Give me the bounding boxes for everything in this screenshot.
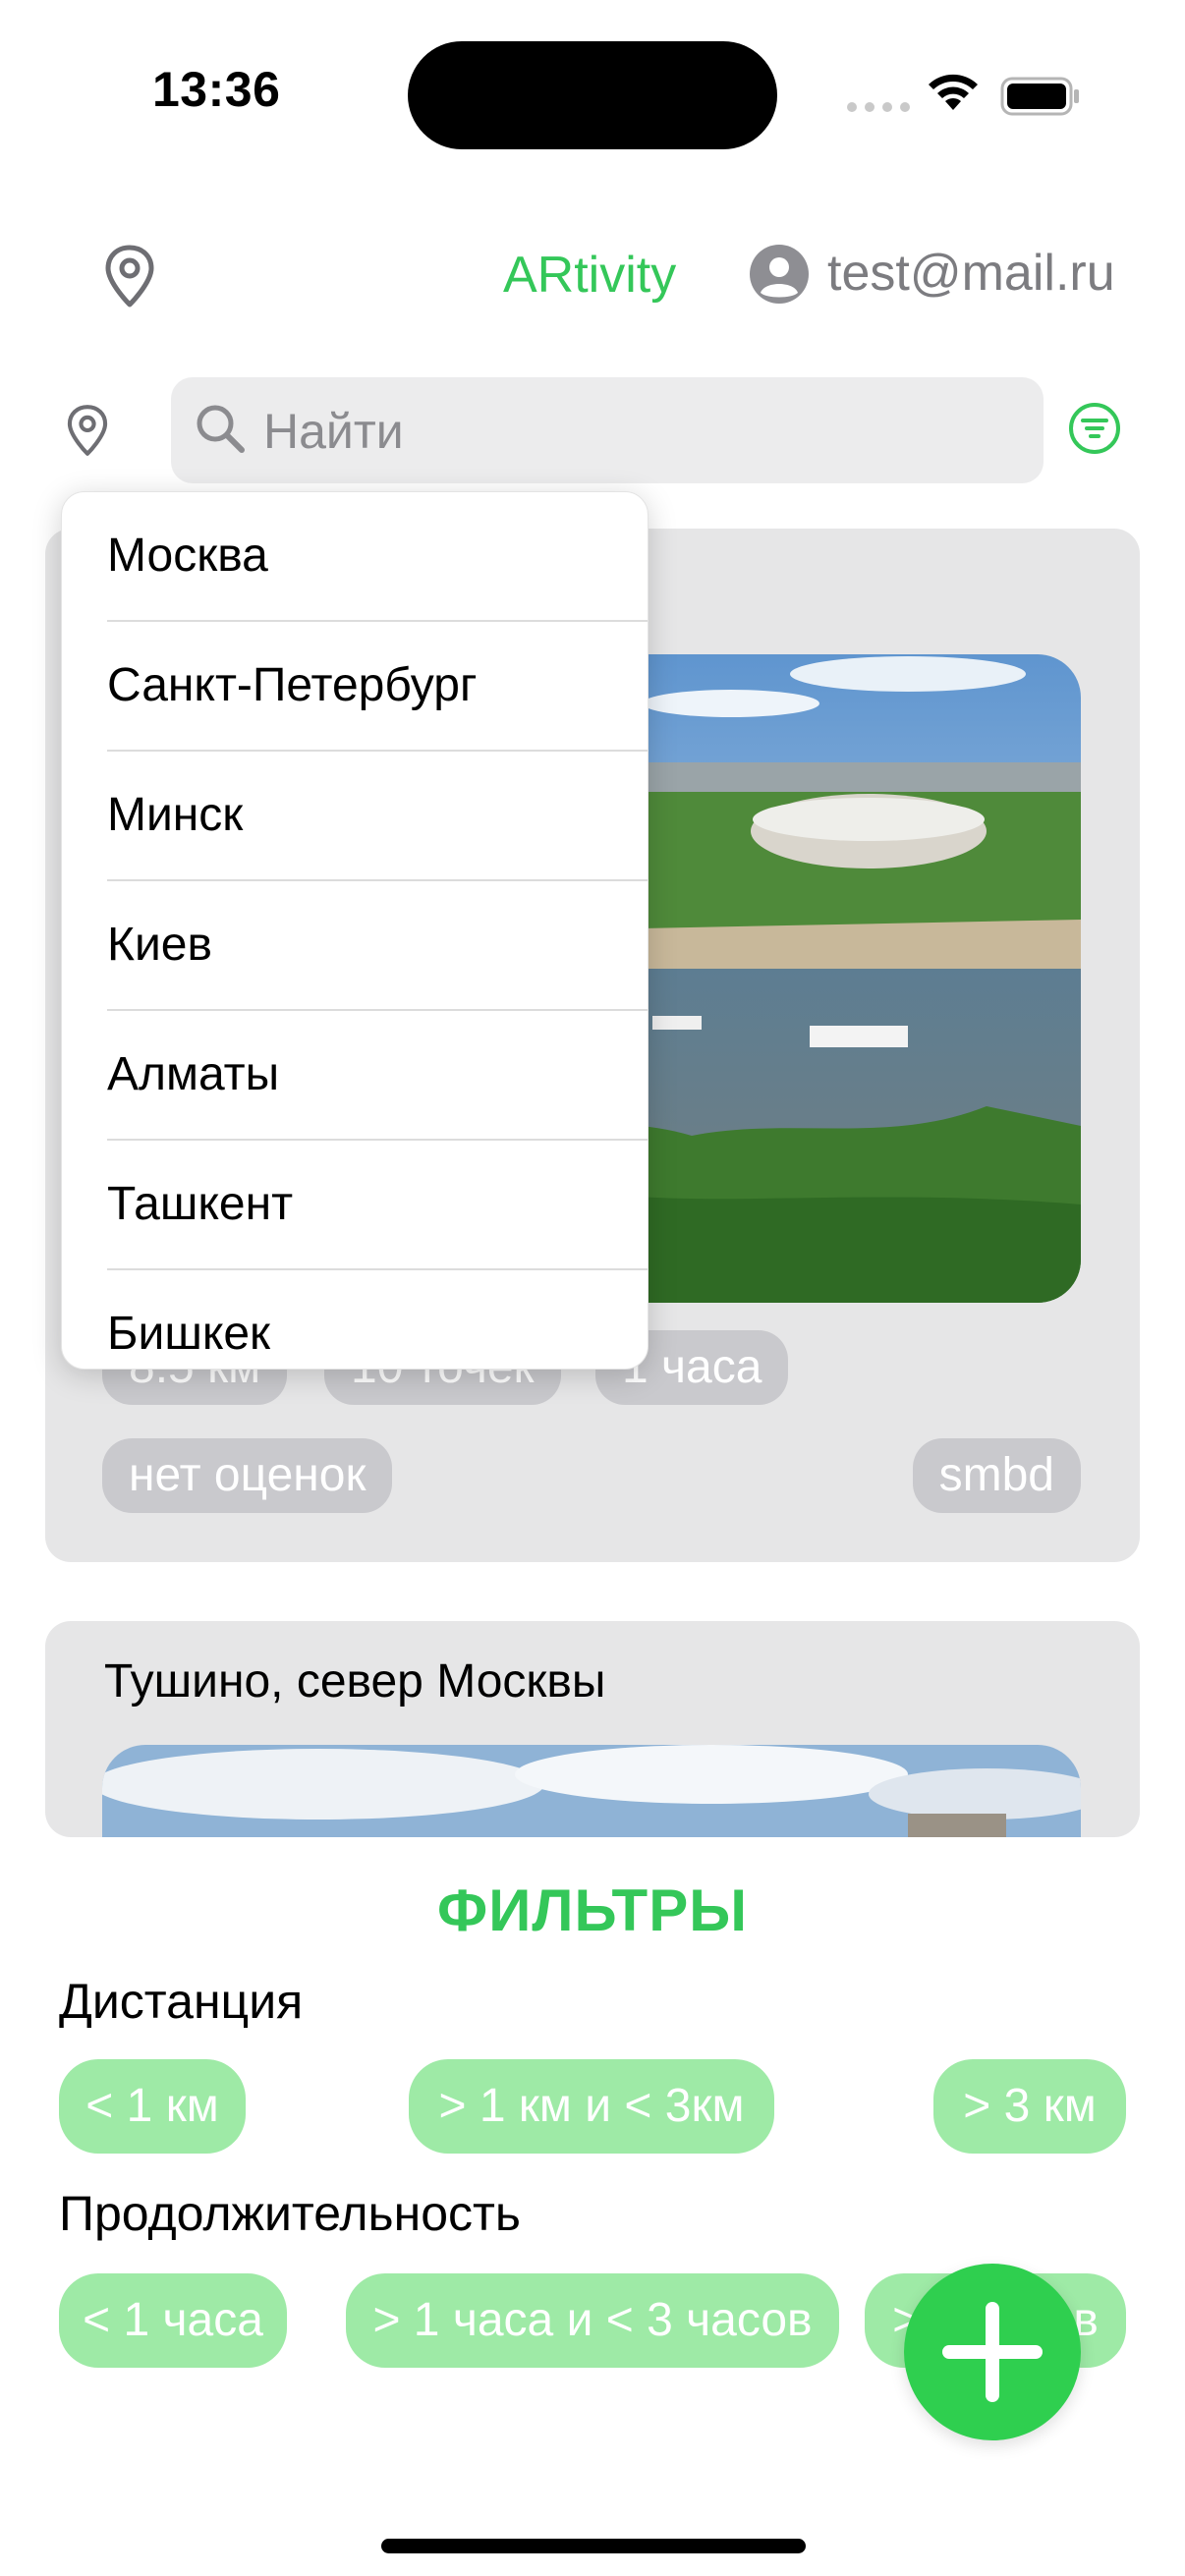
add-route-button[interactable] xyxy=(904,2264,1081,2440)
duration-option[interactable]: > 1 часа и < 3 часов xyxy=(346,2273,839,2368)
filters-sheet: ФИЛЬТРЫ Дистанция < 1 км > 1 км и < 3км … xyxy=(0,1839,1185,2576)
user-email[interactable]: test@mail.ru xyxy=(827,244,1115,303)
filters-title: ФИЛЬТРЫ xyxy=(437,1877,748,1943)
city-option[interactable]: Бишкек xyxy=(107,1270,648,1369)
route-title: Тушино, север Москвы xyxy=(104,1655,606,1708)
user-avatar-icon[interactable] xyxy=(749,244,810,305)
dynamic-island xyxy=(408,41,777,149)
city-option[interactable]: Минск xyxy=(107,752,648,881)
location-pin-icon[interactable] xyxy=(65,403,110,458)
author-chip: smbd xyxy=(912,1438,1081,1513)
app-title: ARtivity xyxy=(503,247,677,304)
wifi-icon xyxy=(929,74,978,110)
search-input[interactable]: Найти xyxy=(171,377,1044,483)
distance-label: Дистанция xyxy=(59,1974,304,2029)
distance-option[interactable]: > 3 км xyxy=(933,2059,1126,2154)
status-time: 13:36 xyxy=(152,62,281,117)
distance-option[interactable]: < 1 км xyxy=(59,2059,246,2154)
location-pin-icon[interactable] xyxy=(102,244,157,308)
battery-icon xyxy=(1000,77,1079,116)
city-option[interactable]: Алматы xyxy=(107,1011,648,1141)
city-dropdown: Москва Санкт-Петербург Минск Киев Алматы… xyxy=(61,491,649,1370)
route-card[interactable]: Тушино, север Москвы xyxy=(45,1621,1140,1837)
search-placeholder: Найти xyxy=(263,404,404,459)
city-option[interactable]: Москва xyxy=(107,492,648,622)
city-option[interactable]: Санкт-Петербург xyxy=(107,622,648,752)
city-option[interactable]: Ташкент xyxy=(107,1141,648,1270)
city-option[interactable]: Киев xyxy=(107,881,648,1011)
filter-icon[interactable] xyxy=(1067,401,1122,456)
rating-chip: нет оценок xyxy=(102,1438,393,1513)
route-image xyxy=(102,1745,1081,1837)
signal-icon xyxy=(847,102,910,112)
search-icon xyxy=(197,405,245,453)
distance-option[interactable]: > 1 км и < 3км xyxy=(409,2059,774,2154)
duration-option[interactable]: < 1 часа xyxy=(59,2273,287,2368)
duration-label: Продолжительность xyxy=(59,2186,521,2241)
plus-icon xyxy=(942,2302,1043,2402)
home-indicator[interactable] xyxy=(381,2539,806,2553)
